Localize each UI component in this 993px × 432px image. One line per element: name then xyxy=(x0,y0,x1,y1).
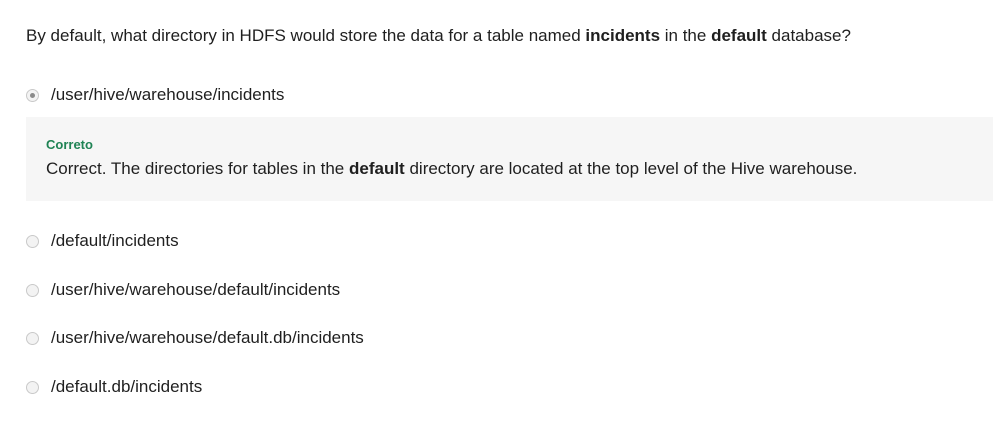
feedback-part-1: Correct. The directories for tables in t… xyxy=(46,159,349,178)
feedback-text: Correct. The directories for tables in t… xyxy=(46,157,973,181)
question-text: By default, what directory in HDFS would… xyxy=(26,24,851,48)
feedback-bold: default xyxy=(349,159,405,178)
answer-option-2[interactable]: /default/incidents xyxy=(26,229,179,253)
answer-option-4[interactable]: /user/hive/warehouse/default.db/incident… xyxy=(26,326,364,350)
answer-option-label: /user/hive/warehouse/default.db/incident… xyxy=(51,328,364,347)
answer-option-3[interactable]: /user/hive/warehouse/default/incidents xyxy=(26,278,340,302)
answer-option-1[interactable]: /user/hive/warehouse/incidents xyxy=(26,83,284,107)
answer-option-label: /user/hive/warehouse/incidents xyxy=(51,85,285,104)
feedback-panel: Correto Correct. The directories for tab… xyxy=(26,117,993,201)
question-table-name: incidents xyxy=(585,26,661,45)
question-database-name: default xyxy=(711,26,767,45)
answer-option-5[interactable]: /default.db/incidents xyxy=(26,375,202,399)
radio-unselected-icon[interactable] xyxy=(26,234,39,248)
radio-unselected-icon[interactable] xyxy=(26,380,39,394)
question-part-1: By default, what directory in HDFS would… xyxy=(26,26,586,45)
feedback-title: Correto xyxy=(46,137,93,152)
answer-option-label: /default.db/incidents xyxy=(51,377,203,396)
radio-unselected-icon[interactable] xyxy=(26,283,39,297)
feedback-part-2: directory are located at the top level o… xyxy=(404,159,858,178)
radio-selected-icon[interactable] xyxy=(26,88,39,102)
answer-option-label: /user/hive/warehouse/default/incidents xyxy=(51,280,341,299)
question-part-2: in the xyxy=(660,26,712,45)
answer-option-label: /default/incidents xyxy=(51,231,179,250)
radio-unselected-icon[interactable] xyxy=(26,331,39,345)
question-part-3: database? xyxy=(766,26,851,45)
